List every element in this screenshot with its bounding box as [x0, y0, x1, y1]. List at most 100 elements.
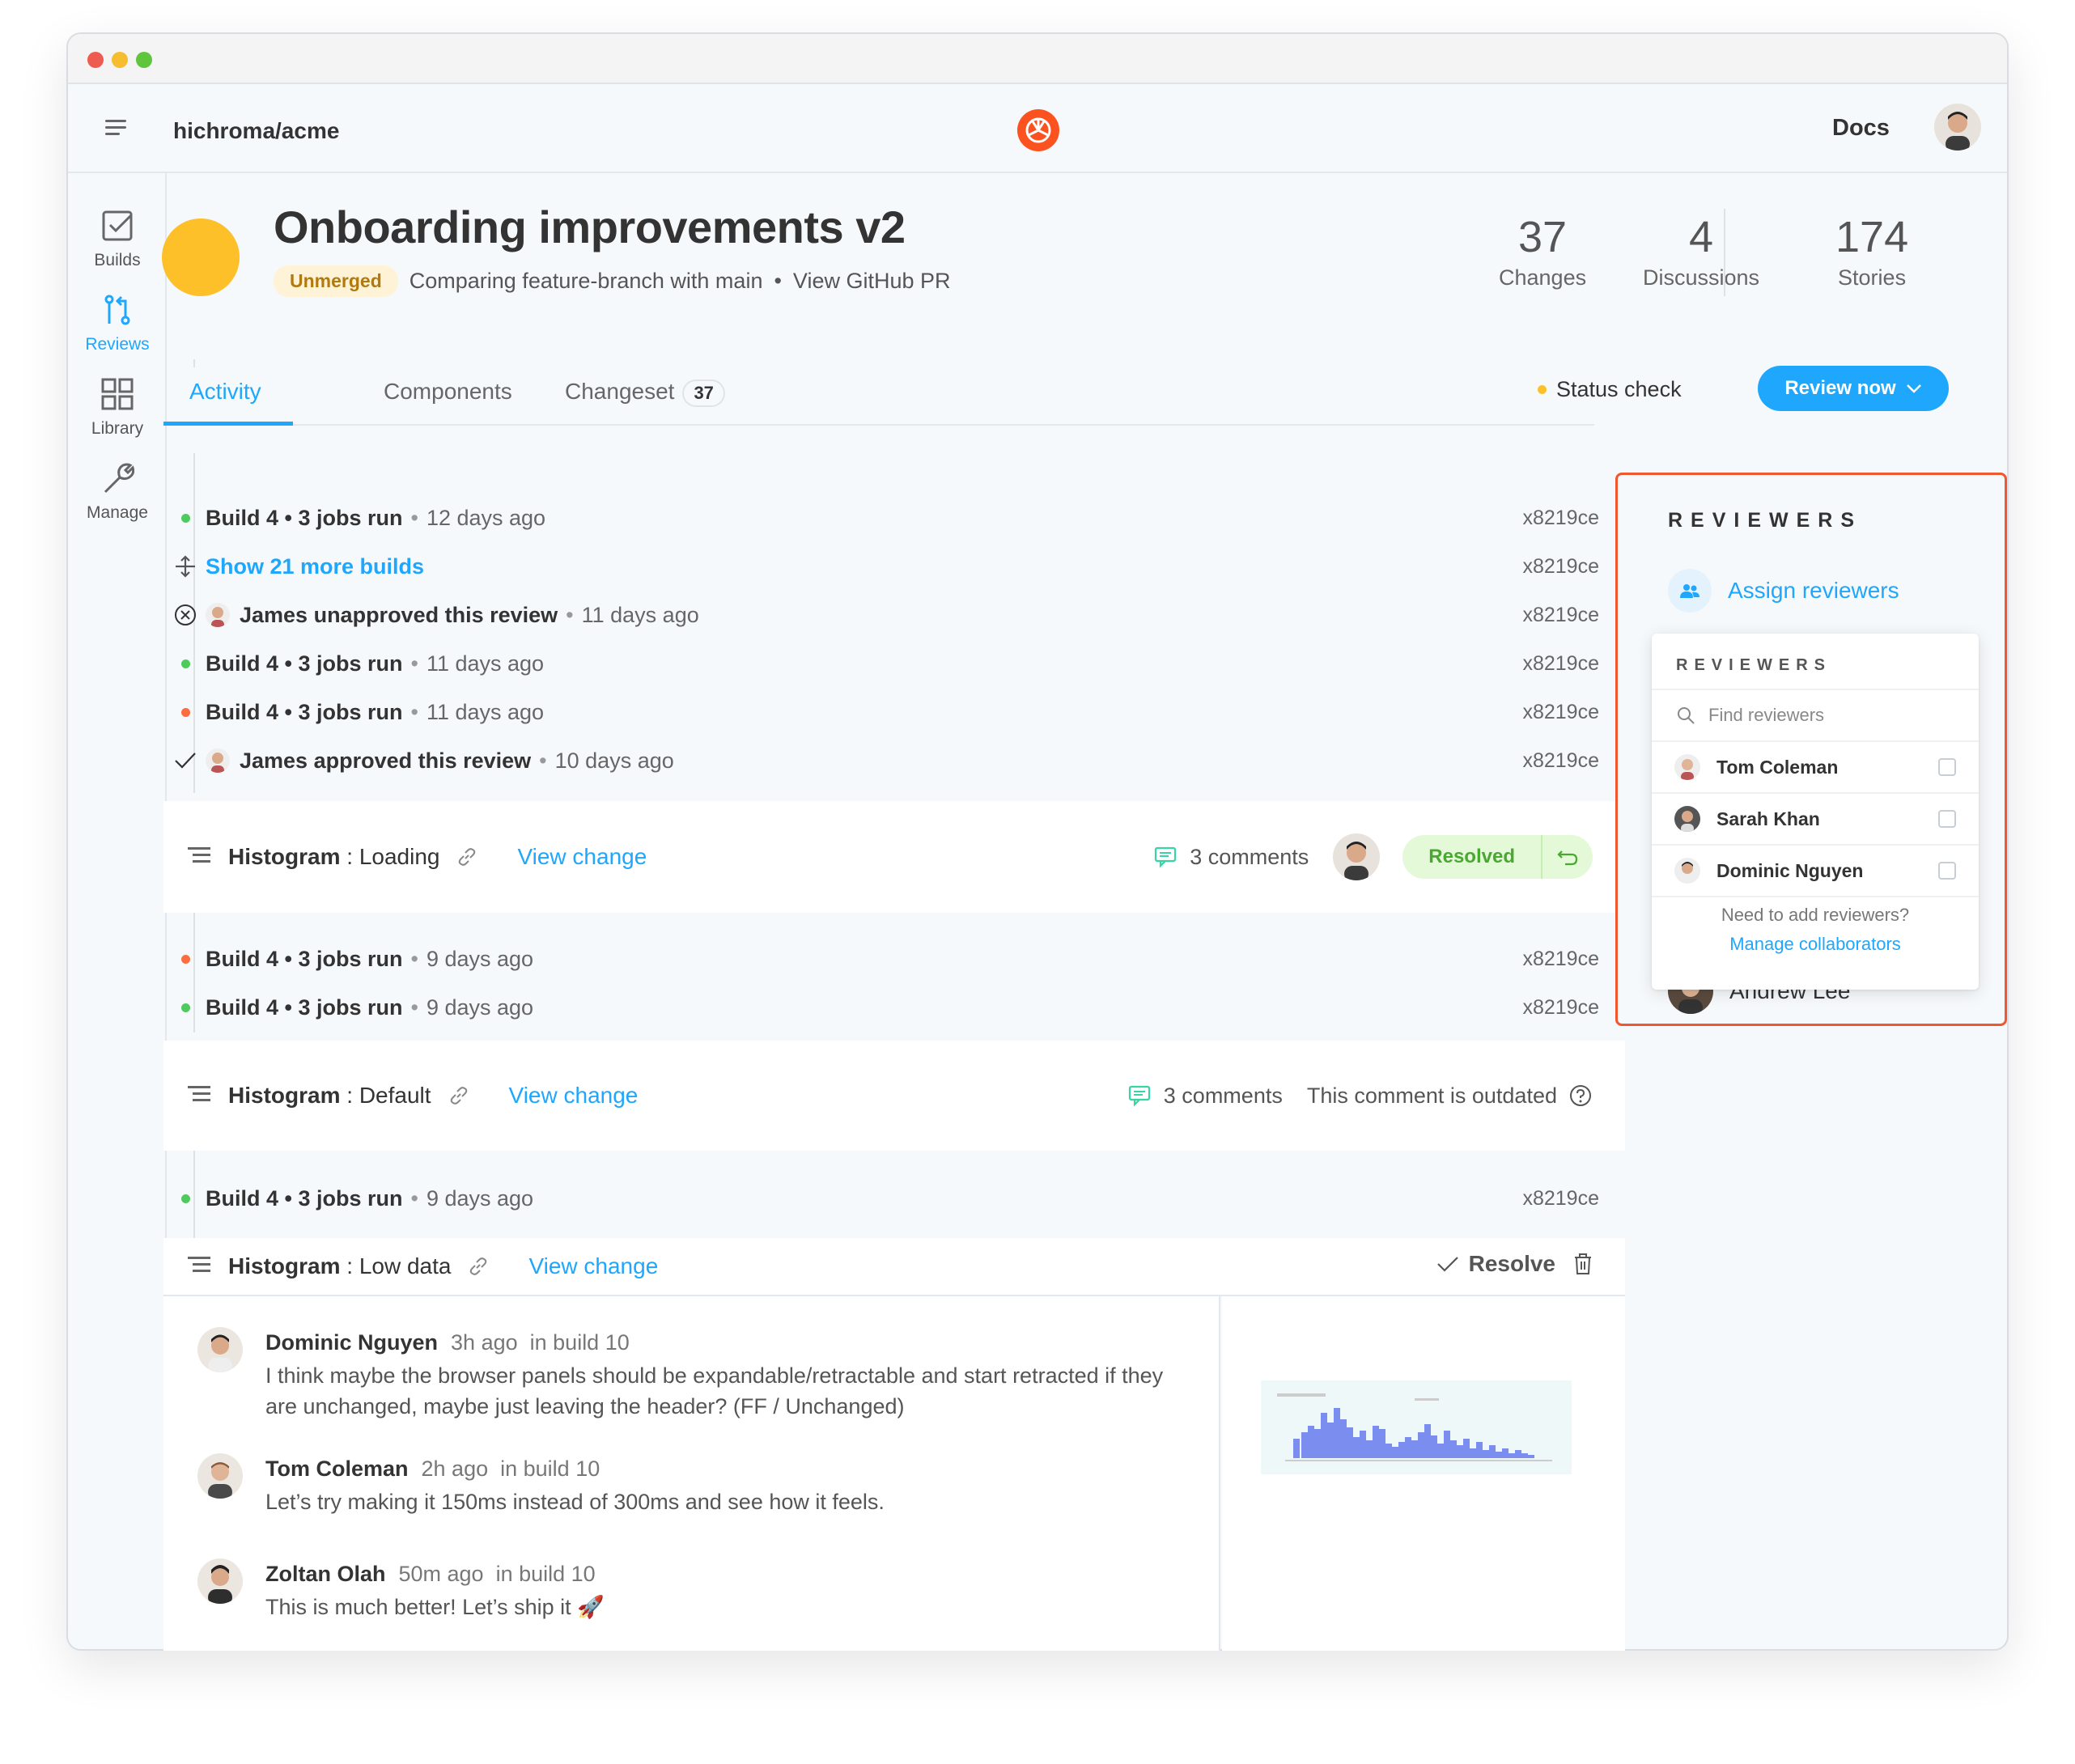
- manage-collaborators-link[interactable]: Manage collaborators: [1652, 930, 1979, 959]
- commit-hash[interactable]: x8219ce: [1522, 948, 1599, 971]
- user-avatar[interactable]: [1934, 104, 1981, 151]
- comments-count[interactable]: 3 comments: [1154, 845, 1309, 870]
- build-status-dot: [180, 1003, 190, 1012]
- reviewer-option[interactable]: Tom Coleman: [1652, 742, 1979, 794]
- stat-stories[interactable]: 174 Stories: [1835, 212, 1908, 290]
- stat-changes[interactable]: 37 Changes: [1499, 212, 1586, 290]
- commit-hash[interactable]: x8219ce: [1522, 749, 1599, 773]
- activity-row[interactable]: Build 4 • 3 jobs run • 9 days ago x8219ce: [165, 1178, 1599, 1219]
- check-icon: [1436, 1257, 1458, 1272]
- discussion-card: Histogram : Loading View change 3 commen…: [163, 801, 1625, 913]
- menu-icon[interactable]: [105, 120, 126, 139]
- activity-row[interactable]: Build 4 • 3 jobs run • 9 days ago x8219ce: [165, 987, 1599, 1028]
- activity-row[interactable]: Build 4 • 3 jobs run • 9 days ago x8219ce: [165, 939, 1599, 979]
- story-name[interactable]: Low data: [359, 1253, 452, 1279]
- stat-discussions[interactable]: 4 Discussions: [1643, 212, 1759, 290]
- reviewer-name: Tom Coleman: [1716, 756, 1839, 778]
- show-more-builds-link[interactable]: Show 21 more builds: [206, 554, 424, 579]
- show-more-builds-row[interactable]: Show 21 more builds x8219ce: [165, 546, 1599, 587]
- reviewer-checkbox[interactable]: [1938, 862, 1956, 880]
- component-name[interactable]: Histogram: [228, 1083, 340, 1109]
- card-header: Histogram : Low data View change: [163, 1238, 1625, 1295]
- close-window-button[interactable]: [87, 52, 104, 68]
- story-icon: [188, 1086, 210, 1105]
- activity-row[interactable]: Build 4 • 3 jobs run • 12 days ago x8219ce: [165, 498, 1599, 538]
- tab-changeset[interactable]: Changeset 37: [565, 379, 725, 407]
- build-time: 9 days ago: [426, 1185, 534, 1211]
- stat-value: 37: [1518, 213, 1568, 261]
- resolve-button[interactable]: Resolve: [1436, 1251, 1555, 1277]
- sidebar-item-reviews[interactable]: Reviews: [68, 293, 167, 354]
- reviewer-checkbox[interactable]: [1938, 758, 1956, 776]
- repo-name[interactable]: hichroma/acme: [173, 118, 339, 144]
- commit-hash[interactable]: x8219ce: [1522, 996, 1599, 1020]
- github-pr-link[interactable]: View GitHub PR: [793, 269, 951, 294]
- comments-count[interactable]: 3 comments: [1128, 1083, 1283, 1109]
- commit-hash[interactable]: x8219ce: [1522, 604, 1599, 627]
- status-check[interactable]: Status check: [1538, 377, 1682, 402]
- activity-row[interactable]: James approved this review • 10 days ago x…: [165, 740, 1599, 781]
- comment-author[interactable]: Zoltan Olah: [265, 1562, 386, 1586]
- view-change-link[interactable]: View change: [528, 1253, 658, 1279]
- sidebar-item-label: Manage: [87, 503, 148, 522]
- comment-time: 2h ago: [421, 1457, 489, 1481]
- assign-reviewers-button[interactable]: Assign reviewers: [1668, 569, 1899, 613]
- link-icon[interactable]: [448, 1084, 470, 1107]
- comment-build[interactable]: in build 10: [530, 1330, 630, 1355]
- activity-row[interactable]: James unapproved this review • 11 days ago…: [165, 595, 1599, 635]
- resolved-toggle[interactable]: Resolved: [1402, 835, 1593, 879]
- comment-text: This is much better! Let’s ship it 🚀: [265, 1595, 605, 1619]
- view-change-link[interactable]: View change: [517, 844, 647, 870]
- story-name[interactable]: Default: [359, 1083, 431, 1109]
- search-field[interactable]: Find reviewers: [1652, 689, 1979, 742]
- avatar: [1333, 833, 1381, 880]
- app-header: hichroma/acme Docs: [68, 84, 2007, 173]
- resolve-actions: Resolve: [1436, 1251, 1593, 1277]
- commit-hash[interactable]: x8219ce: [1522, 1187, 1599, 1211]
- sidebar-item-builds[interactable]: Builds: [68, 209, 167, 270]
- reviewer-option[interactable]: Sarah Khan: [1652, 794, 1979, 846]
- title-bar: [68, 34, 2007, 84]
- dropdown-heading: REVIEWERS: [1676, 656, 1832, 674]
- chromatic-logo-icon[interactable]: [1016, 108, 1060, 152]
- activity-row[interactable]: Build 4 • 3 jobs run • 11 days ago x8219ce: [165, 643, 1599, 684]
- search-input[interactable]: Find reviewers: [1708, 705, 1824, 726]
- tab-activity[interactable]: Activity: [189, 379, 261, 405]
- comment-build[interactable]: in build 10: [500, 1457, 600, 1481]
- sidebar-item-manage[interactable]: Manage: [68, 461, 167, 523]
- link-icon[interactable]: [467, 1255, 490, 1278]
- minimize-window-button[interactable]: [112, 52, 128, 68]
- trash-icon[interactable]: [1573, 1253, 1593, 1275]
- comment-build[interactable]: in build 10: [496, 1562, 596, 1586]
- build-status-dot: [180, 707, 190, 717]
- commit-hash[interactable]: x8219ce: [1522, 701, 1599, 724]
- reviewer-option[interactable]: Dominic Nguyen: [1652, 846, 1979, 897]
- commit-hash[interactable]: x8219ce: [1522, 652, 1599, 676]
- activity-row[interactable]: Build 4 • 3 jobs run • 11 days ago x8219ce: [165, 692, 1599, 732]
- comment-author[interactable]: Tom Coleman: [265, 1457, 409, 1481]
- review-now-button[interactable]: Review now: [1758, 366, 1949, 411]
- commit-hash[interactable]: x8219ce: [1522, 507, 1599, 530]
- maximize-window-button[interactable]: [136, 52, 152, 68]
- snapshot-thumbnail[interactable]: [1261, 1380, 1572, 1474]
- comment-author[interactable]: Dominic Nguyen: [265, 1330, 438, 1355]
- tab-bar: Activity Components Changeset 37: [163, 364, 1594, 426]
- undo-icon[interactable]: [1541, 835, 1593, 879]
- commit-hash[interactable]: x8219ce: [1522, 555, 1599, 579]
- reviewer-checkbox[interactable]: [1938, 810, 1956, 828]
- build-title: Build 4 • 3 jobs run: [206, 1185, 403, 1211]
- view-change-link[interactable]: View change: [509, 1083, 639, 1109]
- comment-thread: Dominic Nguyen 3h ago in build 10 I think…: [163, 1296, 1220, 1651]
- reviewer-name: Sarah Khan: [1716, 808, 1820, 829]
- docs-link[interactable]: Docs: [1832, 115, 1890, 142]
- outdated-notice[interactable]: This comment is outdated: [1307, 1083, 1593, 1109]
- component-name[interactable]: Histogram: [228, 844, 340, 870]
- build-status-dot: [180, 659, 190, 668]
- tab-components[interactable]: Components: [384, 379, 512, 405]
- review-event-text: James approved this review: [240, 748, 532, 773]
- link-icon[interactable]: [456, 846, 478, 868]
- sidebar-item-library[interactable]: Library: [68, 377, 167, 439]
- story-name[interactable]: Loading: [359, 844, 440, 870]
- event-time: 11 days ago: [581, 602, 699, 627]
- component-name[interactable]: Histogram: [228, 1253, 340, 1279]
